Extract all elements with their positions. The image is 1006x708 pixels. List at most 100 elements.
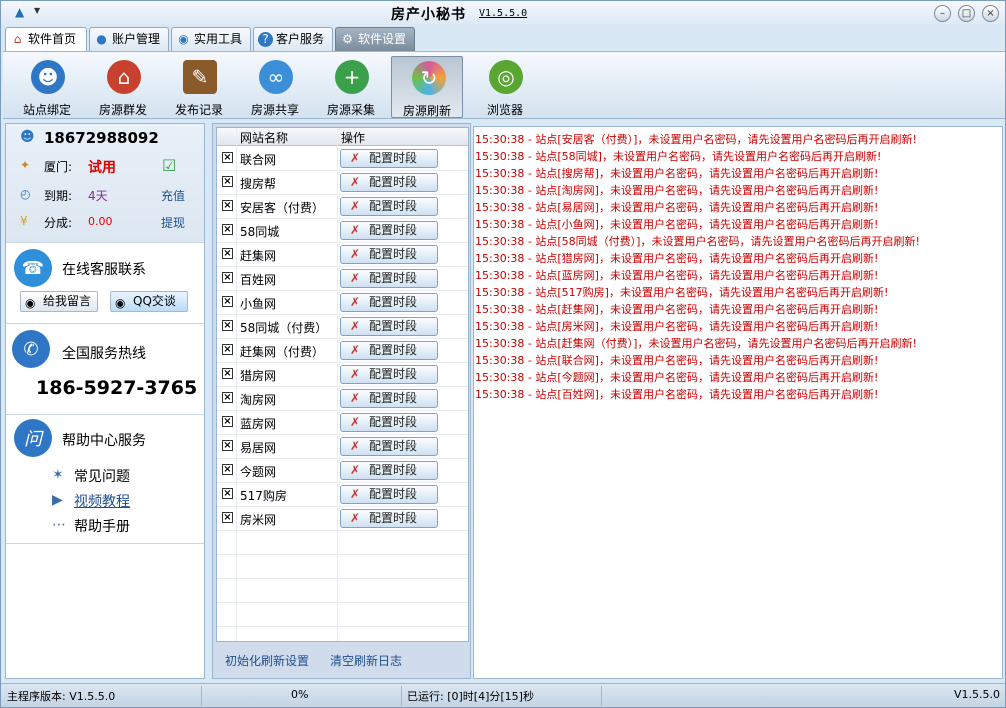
checkbox-x-icon[interactable]: × bbox=[222, 224, 233, 235]
checkbox-x-icon[interactable]: × bbox=[222, 416, 233, 427]
site-name: 安居客（付费） bbox=[240, 201, 325, 215]
configure-period-button[interactable]: ✗ 配置时段 bbox=[340, 317, 438, 336]
grid-divider bbox=[337, 128, 338, 641]
tab-home[interactable]: ⌂ 软件首页 bbox=[5, 27, 87, 52]
faq-link[interactable]: ✶ 常见问题 bbox=[52, 466, 130, 486]
configure-period-button[interactable]: ✗ 配置时段 bbox=[340, 293, 438, 312]
checkbox-x-icon[interactable]: × bbox=[222, 272, 233, 283]
table-row: × 百姓网 ✗ 配置时段 bbox=[217, 267, 468, 291]
table-row: × 517购房 ✗ 配置时段 bbox=[217, 483, 468, 507]
checkbox-x-icon[interactable]: × bbox=[222, 248, 233, 259]
log-line: 15:30:38 - 站点[百姓网]，未设置用户名密码，请先设置用户名密码后再开… bbox=[475, 388, 879, 401]
ellipsis-icon: ⋯ bbox=[52, 517, 66, 533]
checkbox-x-icon[interactable]: × bbox=[222, 464, 233, 475]
log-line: 15:30:38 - 站点[搜房帮]，未设置用户名密码，请先设置用户名密码后再开… bbox=[475, 167, 879, 180]
tools-icon: ✗ bbox=[350, 487, 361, 501]
status-divider bbox=[201, 686, 202, 706]
paperclip-icon: ∞ bbox=[259, 60, 293, 94]
help-manual-link[interactable]: ⋯ 帮助手册 bbox=[52, 516, 130, 536]
hotline-title: 全国服务热线 bbox=[62, 346, 146, 362]
configure-period-button[interactable]: ✗ 配置时段 bbox=[340, 221, 438, 240]
minimize-button[interactable]: – bbox=[934, 5, 951, 22]
site-bind-button[interactable]: ☻ 站点绑定 bbox=[11, 56, 83, 118]
house-share-button[interactable]: ∞ 房源共享 bbox=[239, 56, 311, 118]
checkbox-x-icon[interactable]: × bbox=[222, 440, 233, 451]
cart-icon[interactable]: ☑ bbox=[162, 156, 176, 175]
configure-period-button[interactable]: ✗ 配置时段 bbox=[340, 461, 438, 480]
tab-label: 账户管理 bbox=[112, 32, 161, 46]
init-refresh-settings-link[interactable]: 初始化刷新设置 bbox=[225, 652, 309, 669]
log-line: 15:30:38 - 站点[58同城（付费）]，未设置用户名密码，请先设置用户名… bbox=[475, 235, 920, 248]
house-post-button[interactable]: ⌂ 房源群发 bbox=[87, 56, 159, 118]
column-operation: 操作 bbox=[341, 131, 366, 145]
checkbox-x-icon[interactable]: × bbox=[222, 296, 233, 307]
post-record-button[interactable]: ✎ 发布记录 bbox=[163, 56, 235, 118]
configure-period-label: 配置时段 bbox=[369, 463, 418, 477]
checkbox-x-icon[interactable]: × bbox=[222, 200, 233, 211]
configure-period-button[interactable]: ✗ 配置时段 bbox=[340, 485, 438, 504]
configure-period-button[interactable]: ✗ 配置时段 bbox=[340, 365, 438, 384]
clock-icon: ◴ bbox=[20, 187, 31, 201]
home-icon: ⌂ bbox=[13, 32, 22, 46]
account-panel: ☻ 18672988092 ✦ 厦门: 试用 ☑ ◴ 到期: 4天 充值 ¥ 分… bbox=[6, 124, 204, 242]
checkbox-x-icon[interactable]: × bbox=[222, 344, 233, 355]
tab-service[interactable]: ? 客户服务 bbox=[253, 27, 333, 51]
checkbox-x-icon[interactable]: × bbox=[222, 176, 233, 187]
site-name: 房米网 bbox=[240, 513, 277, 527]
tab-settings[interactable]: ⚙ 软件设置 bbox=[335, 27, 415, 51]
tab-account[interactable]: ● 账户管理 bbox=[89, 27, 169, 51]
configure-period-button[interactable]: ✗ 配置时段 bbox=[340, 245, 438, 264]
city-status: 试用 bbox=[88, 160, 116, 176]
checkbox-x-icon[interactable]: × bbox=[222, 152, 233, 163]
close-button[interactable]: × bbox=[982, 5, 999, 22]
share-value: 0.00 bbox=[88, 215, 113, 228]
configure-period-button[interactable]: ✗ 配置时段 bbox=[340, 413, 438, 432]
clear-refresh-log-link[interactable]: 清空刷新日志 bbox=[330, 652, 402, 669]
table-row: × 淘房网 ✗ 配置时段 bbox=[217, 387, 468, 411]
log-line: 15:30:38 - 站点[小鱼网]，未设置用户名密码，请先设置用户名密码后再开… bbox=[475, 218, 879, 231]
configure-period-button[interactable]: ✗ 配置时段 bbox=[340, 149, 438, 168]
recharge-link[interactable]: 充值 bbox=[161, 187, 185, 204]
configure-period-label: 配置时段 bbox=[369, 271, 418, 285]
qq-icon: ◉ bbox=[115, 296, 126, 310]
configure-period-label: 配置时段 bbox=[369, 415, 418, 429]
checkbox-x-icon[interactable]: × bbox=[222, 320, 233, 331]
house-refresh-button[interactable]: ↻ 房源刷新 bbox=[391, 56, 463, 118]
toolbar: ☻ 站点绑定 ⌂ 房源群发 ✎ 发布记录 ∞ 房源共享 + 房源采集 ↻ 房源刷… bbox=[3, 51, 1005, 119]
magnifier-icon: + bbox=[335, 60, 369, 94]
account-phone: 18672988092 bbox=[44, 129, 159, 147]
configure-period-button[interactable]: ✗ 配置时段 bbox=[340, 509, 438, 528]
tools-icon: ◉ bbox=[178, 32, 189, 46]
question-icon: 问 bbox=[14, 419, 52, 457]
headset-icon: ☎ bbox=[14, 249, 52, 287]
configure-period-button[interactable]: ✗ 配置时段 bbox=[340, 341, 438, 360]
configure-period-button[interactable]: ✗ 配置时段 bbox=[340, 197, 438, 216]
checkbox-x-icon[interactable]: × bbox=[222, 392, 233, 403]
checkbox-x-icon[interactable]: × bbox=[222, 512, 233, 523]
qq-chat-button[interactable]: ◉ QQ交谈 bbox=[110, 291, 188, 312]
grid-divider bbox=[236, 128, 237, 641]
shirt-icon[interactable]: ▲ bbox=[15, 6, 29, 19]
play-icon: ▶ bbox=[52, 492, 63, 508]
menu-arrow-icon[interactable]: ▼ bbox=[34, 6, 40, 15]
configure-period-button[interactable]: ✗ 配置时段 bbox=[340, 173, 438, 192]
site-grid: 网站名称 操作 × 联合网 ✗ 配置时段 × 搜房帮 ✗ 配置时段 × 安居客（付费） ✗ 配置时段 ×… bbox=[216, 127, 469, 642]
withdraw-link[interactable]: 提现 bbox=[161, 214, 185, 231]
toolbar-label: 房源采集 bbox=[326, 103, 375, 117]
configure-period-button[interactable]: ✗ 配置时段 bbox=[340, 269, 438, 288]
table-row: × 房米网 ✗ 配置时段 bbox=[217, 507, 468, 531]
house-collect-button[interactable]: + 房源采集 bbox=[315, 56, 387, 118]
checkbox-x-icon[interactable]: × bbox=[222, 368, 233, 379]
configure-period-button[interactable]: ✗ 配置时段 bbox=[340, 437, 438, 456]
video-tutorial-link[interactable]: ▶ 视频教程 bbox=[52, 491, 130, 511]
maximize-button[interactable]: □ bbox=[958, 5, 975, 22]
tab-label: 软件首页 bbox=[28, 32, 77, 46]
leave-message-button[interactable]: ◉ 给我留言 bbox=[20, 291, 98, 312]
runtime-status: 已运行: [0]时[4]分[15]秒 bbox=[407, 690, 534, 703]
checkbox-x-icon[interactable]: × bbox=[222, 488, 233, 499]
browser-button[interactable]: ◎ 浏览器 bbox=[469, 56, 541, 118]
configure-period-label: 配置时段 bbox=[369, 151, 418, 165]
configure-period-button[interactable]: ✗ 配置时段 bbox=[340, 389, 438, 408]
tab-tools[interactable]: ◉ 实用工具 bbox=[171, 27, 251, 51]
tools-icon: ✗ bbox=[350, 223, 361, 237]
